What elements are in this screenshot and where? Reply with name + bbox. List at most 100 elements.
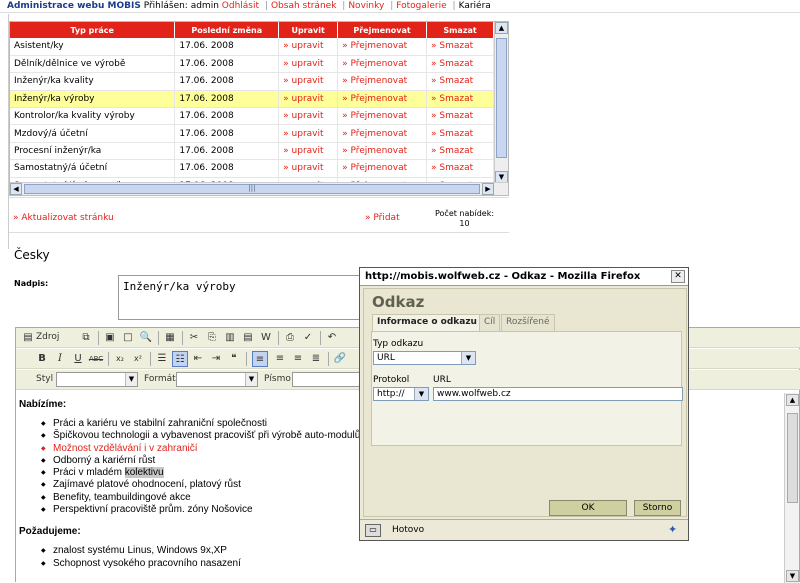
edit-link[interactable]: » upravit bbox=[278, 38, 339, 56]
print-icon[interactable]: ⎙ bbox=[282, 330, 298, 346]
delete-link[interactable]: » Smazat bbox=[426, 159, 494, 178]
scroll-down-arrow-icon[interactable]: ▼ bbox=[786, 570, 799, 582]
copy-clip-icon[interactable]: ⎘ bbox=[204, 330, 220, 346]
cut-icon[interactable]: ✂ bbox=[186, 330, 202, 346]
add-link[interactable]: » Přidat bbox=[365, 213, 400, 223]
rename-link[interactable]: » Přejmenovat bbox=[337, 90, 428, 109]
delete-link[interactable]: » Smazat bbox=[426, 90, 494, 109]
style-select[interactable]: ▼ bbox=[56, 372, 138, 387]
protocol-value: http:// bbox=[377, 389, 405, 399]
delete-link[interactable]: » Smazat bbox=[426, 38, 494, 56]
undo-icon[interactable]: ↶ bbox=[324, 330, 340, 346]
spellcheck-icon[interactable]: ✓ bbox=[300, 330, 316, 346]
align-justify-icon[interactable]: ≣ bbox=[308, 351, 324, 367]
rename-link[interactable]: » Přejmenovat bbox=[337, 124, 428, 143]
align-center-icon[interactable]: ≡ bbox=[272, 351, 288, 367]
rename-link[interactable]: » Přejmenovat bbox=[337, 107, 428, 126]
protocol-select[interactable]: http:// ▼ bbox=[373, 387, 429, 401]
edit-link[interactable]: » upravit bbox=[278, 72, 339, 91]
delete-link[interactable]: » Smazat bbox=[426, 107, 494, 126]
edit-link[interactable]: » upravit bbox=[278, 124, 339, 143]
rename-link[interactable]: » Přejmenovat bbox=[337, 72, 428, 91]
rename-link[interactable]: » Přejmenovat bbox=[337, 55, 428, 74]
delete-link[interactable]: » Smazat bbox=[426, 72, 494, 91]
underline-icon[interactable]: U bbox=[70, 351, 86, 367]
ok-button[interactable]: OK bbox=[549, 500, 627, 516]
source-icon[interactable]: ▤ bbox=[20, 330, 36, 346]
paste-icon[interactable]: ▥ bbox=[222, 330, 238, 346]
delete-link[interactable]: » Smazat bbox=[426, 142, 494, 161]
tab-advanced[interactable]: Rozšířené bbox=[501, 314, 555, 331]
templates-icon[interactable]: ▦ bbox=[162, 330, 178, 346]
save-icon[interactable]: ▣ bbox=[102, 330, 118, 346]
align-left-icon[interactable]: ≡ bbox=[252, 351, 268, 367]
nav-obsah-stranek[interactable]: Obsah stránek bbox=[271, 1, 336, 11]
edit-link[interactable]: » upravit bbox=[278, 159, 339, 178]
preview-icon[interactable]: 🔍 bbox=[138, 330, 154, 346]
nav-kariera[interactable]: Kariéra bbox=[459, 1, 491, 11]
rename-link[interactable]: » Přejmenovat bbox=[337, 142, 428, 161]
url-input[interactable]: www.wolfweb.cz bbox=[433, 387, 683, 401]
selected-text[interactable]: kolektivu bbox=[124, 467, 164, 479]
bold-icon[interactable]: B bbox=[34, 351, 50, 367]
refresh-page-link[interactable]: » Aktualizovat stránku bbox=[13, 213, 114, 223]
align-right-icon[interactable]: ≡ bbox=[290, 351, 306, 367]
nav-novinky[interactable]: Novinky bbox=[348, 1, 384, 11]
blockquote-icon[interactable]: ❝ bbox=[226, 351, 242, 367]
scroll-left-arrow-icon[interactable]: ◀ bbox=[10, 183, 22, 195]
dialog-title[interactable]: http://mobis.wolfweb.cz - Odkaz - Mozill… bbox=[360, 268, 688, 286]
editor-scrollbar[interactable]: ▲ ▼ bbox=[784, 393, 799, 583]
close-icon[interactable]: ✕ bbox=[671, 270, 685, 283]
grid-horizontal-scrollbar[interactable]: ◀ ||| ▶ bbox=[10, 182, 508, 195]
edit-link[interactable]: » upravit bbox=[278, 55, 339, 74]
bullet-list-icon[interactable]: ☷ bbox=[172, 351, 188, 367]
rename-link[interactable]: » Přejmenovat bbox=[337, 38, 428, 56]
format-select[interactable]: ▼ bbox=[176, 372, 258, 387]
source-button[interactable]: Zdroj bbox=[36, 332, 59, 342]
link-icon[interactable]: 🔗 bbox=[332, 351, 348, 367]
scroll-up-arrow-icon[interactable]: ▲ bbox=[495, 22, 508, 34]
job-name: Procesní inženýr/ka bbox=[10, 142, 176, 161]
chevron-down-icon[interactable]: ▼ bbox=[125, 373, 137, 386]
scroll-thumb[interactable]: ||| bbox=[24, 184, 480, 194]
tab-link-info[interactable]: Informace o odkazu bbox=[372, 314, 482, 332]
delete-link[interactable]: » Smazat bbox=[426, 55, 494, 74]
chevron-down-icon[interactable]: ▼ bbox=[461, 352, 475, 364]
login-status: Přihlášen: admin bbox=[143, 1, 219, 11]
paste-text-icon[interactable]: ▤ bbox=[240, 330, 256, 346]
scroll-thumb[interactable] bbox=[496, 38, 507, 158]
font-select[interactable] bbox=[292, 372, 362, 387]
chevron-down-icon[interactable]: ▼ bbox=[245, 373, 257, 386]
cancel-button[interactable]: Storno bbox=[634, 500, 681, 516]
grid-vertical-scrollbar[interactable]: ▲ ▼ bbox=[494, 22, 508, 183]
strikethrough-icon[interactable]: ABC bbox=[88, 351, 104, 367]
link-type-select[interactable]: URL ▼ bbox=[373, 351, 476, 365]
col-header-date[interactable]: Poslední změna bbox=[174, 22, 280, 38]
tab-target[interactable]: Cíl bbox=[479, 314, 501, 331]
scroll-right-arrow-icon[interactable]: ▶ bbox=[482, 183, 494, 195]
numbered-list-icon[interactable]: ☰ bbox=[154, 351, 170, 367]
nadpis-input[interactable]: Inženýr/ka výroby bbox=[118, 275, 368, 320]
edit-link[interactable]: » upravit bbox=[278, 90, 339, 109]
logout-link[interactable]: Odhlásit bbox=[222, 1, 259, 11]
edit-link[interactable]: » upravit bbox=[278, 107, 339, 126]
chevron-down-icon[interactable]: ▼ bbox=[414, 388, 428, 400]
col-header-type[interactable]: Typ práce bbox=[10, 22, 176, 38]
outdent-icon[interactable]: ⇤ bbox=[190, 351, 206, 367]
col-header-rename: Přejmenovat bbox=[337, 22, 428, 38]
job-date: 17.06. 2008 bbox=[174, 107, 280, 126]
copy-icon[interactable]: ⧉ bbox=[78, 330, 94, 346]
edit-link[interactable]: » upravit bbox=[278, 142, 339, 161]
scroll-thumb[interactable] bbox=[787, 413, 798, 503]
subscript-icon[interactable]: x₂ bbox=[112, 351, 128, 367]
italic-icon[interactable]: I bbox=[52, 351, 68, 367]
delete-link[interactable]: » Smazat bbox=[426, 124, 494, 143]
scroll-up-arrow-icon[interactable]: ▲ bbox=[786, 394, 799, 406]
new-page-icon[interactable]: □ bbox=[120, 330, 136, 346]
paste-word-icon[interactable]: W bbox=[258, 330, 274, 346]
rename-link[interactable]: » Přejmenovat bbox=[337, 159, 428, 178]
list-item: znalost systému Linus, Windows 9x,XP bbox=[41, 545, 783, 557]
nav-fotogalerie[interactable]: Fotogalerie bbox=[396, 1, 446, 11]
indent-icon[interactable]: ⇥ bbox=[208, 351, 224, 367]
superscript-icon[interactable]: x² bbox=[130, 351, 146, 367]
